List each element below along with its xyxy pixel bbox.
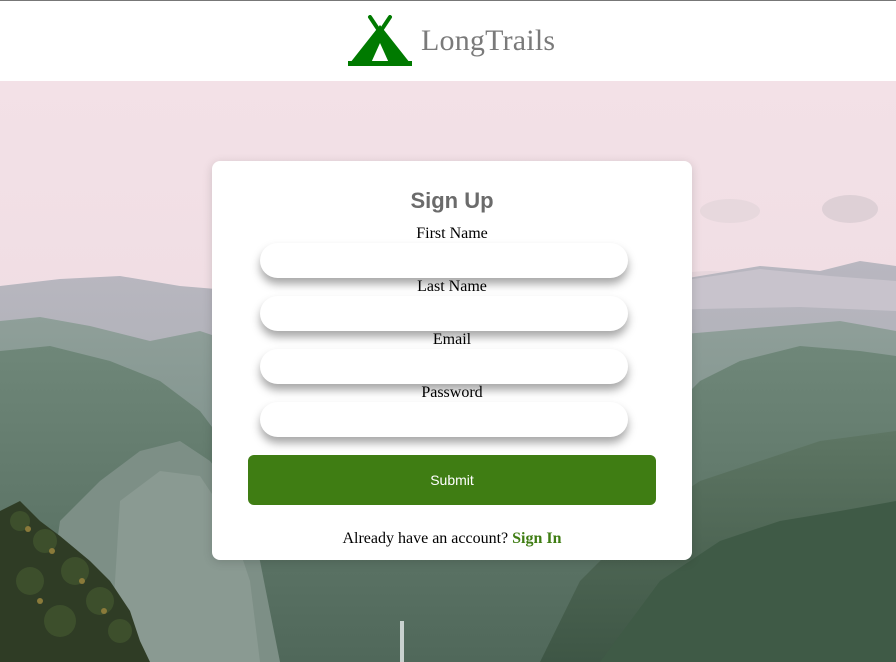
email-input[interactable]	[260, 349, 628, 384]
signup-title: Sign Up	[410, 188, 494, 213]
brand-logo-link[interactable]: LongTrails	[348, 15, 555, 67]
signin-prompt-text: Already have an account?	[342, 530, 509, 547]
signin-link[interactable]: Sign In	[512, 530, 561, 547]
email-label: Email	[432, 331, 472, 348]
signin-prompt-line: Already have an account? Sign In	[212, 530, 692, 548]
password-input[interactable]	[260, 402, 628, 437]
tent-icon	[348, 15, 412, 67]
password-label: Password	[421, 384, 483, 401]
first-name-input[interactable]	[260, 243, 628, 278]
submit-button[interactable]: Submit	[248, 455, 656, 505]
last-name-input[interactable]	[260, 296, 628, 331]
first-name-label: First Name	[416, 225, 488, 242]
site-header: LongTrails	[0, 0, 896, 81]
signup-card: Sign Up First Name Last Name Email Passw…	[212, 161, 692, 560]
brand-name: LongTrails	[421, 24, 556, 57]
last-name-label: Last Name	[417, 278, 487, 295]
